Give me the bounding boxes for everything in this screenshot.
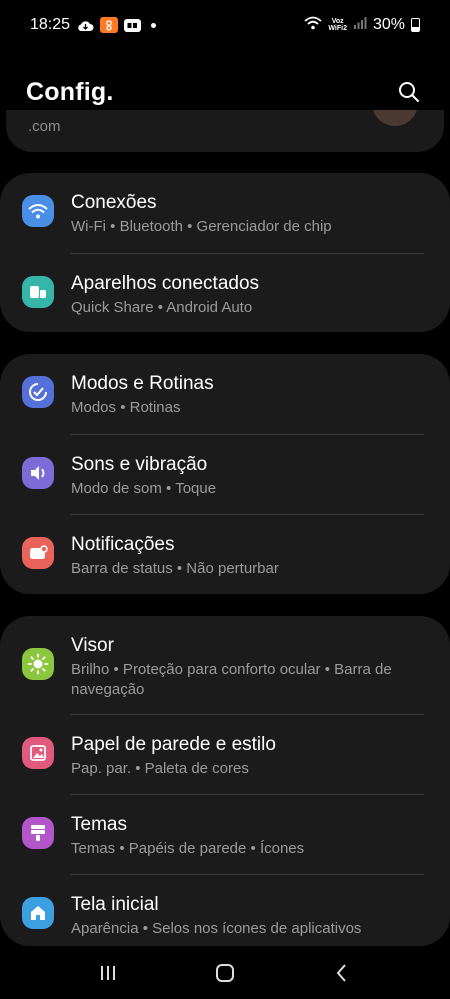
item-subtitle: Aparência • Selos nos ícones de aplicati… <box>71 920 362 937</box>
settings-item-temas[interactable]: Temas Temas • Papéis de parede • Ícones <box>0 795 450 874</box>
wifi-icon <box>22 195 54 227</box>
wallpaper-icon <box>22 737 54 769</box>
search-icon <box>399 82 419 102</box>
account-card[interactable]: .com <box>6 110 444 152</box>
item-title: Aparelhos conectados <box>71 273 260 294</box>
settings-group-display: Visor Brilho • Proteção para conforto oc… <box>0 616 450 946</box>
item-text: Tela inicial Aparência • Selos nos ícone… <box>71 893 426 939</box>
wifi2-label: WiFi2 <box>328 25 347 32</box>
item-subtitle: Brilho • Proteção para conforto ocular •… <box>71 661 392 698</box>
back-button[interactable] <box>322 953 362 993</box>
item-subtitle: Pap. par. • Paleta de cores <box>71 760 249 777</box>
item-title: Notificações <box>71 534 175 555</box>
item-title: Temas <box>71 814 127 835</box>
status-right: Voz WiFi2 30% <box>304 16 420 35</box>
item-title: Conexões <box>71 192 157 213</box>
item-subtitle: Barra de status • Não perturbar <box>71 560 279 577</box>
item-text: Modos e Rotinas Modos • Rotinas <box>71 372 426 418</box>
settings-item-visor[interactable]: Visor Brilho • Proteção para conforto oc… <box>0 616 450 714</box>
item-title: Papel de parede e estilo <box>71 734 276 755</box>
home-button[interactable] <box>205 953 245 993</box>
settings-item-modos-rotinas[interactable]: Modos e Rotinas Modos • Rotinas <box>0 354 450 434</box>
cloud-icon <box>76 17 94 33</box>
item-title: Sons e vibração <box>71 454 208 475</box>
settings-item-tela-inicial[interactable]: Tela inicial Aparência • Selos nos ícone… <box>0 875 450 946</box>
item-text: Visor Brilho • Proteção para conforto oc… <box>71 634 426 700</box>
settings-item-papel-de-parede[interactable]: Papel de parede e estilo Pap. par. • Pal… <box>0 715 450 794</box>
header: Config. <box>0 70 450 114</box>
settings-item-notificacoes[interactable]: Notificações Barra de status • Não pertu… <box>0 515 450 594</box>
home-button-icon <box>215 963 234 982</box>
account-email: .com <box>28 118 61 135</box>
avatar <box>372 110 418 126</box>
recents-button[interactable] <box>88 953 128 993</box>
item-text: Conexões Wi-Fi • Bluetooth • Gerenciador… <box>71 191 426 237</box>
item-subtitle: Modos • Rotinas <box>71 399 181 416</box>
voz-label: Voz <box>331 18 344 25</box>
wifi-icon <box>304 16 322 35</box>
settings-group-connections: Conexões Wi-Fi • Bluetooth • Gerenciador… <box>0 173 450 332</box>
item-text: Notificações Barra de status • Não pertu… <box>71 533 426 579</box>
item-subtitle: Temas • Papéis de parede • Ícones <box>71 840 305 857</box>
item-text: Sons e vibração Modo de som • Toque <box>71 453 426 499</box>
settings-item-sons-vibracao[interactable]: Sons e vibração Modo de som • Toque <box>0 435 450 514</box>
brightness-icon <box>22 648 54 680</box>
settings-group-modes: Modos e Rotinas Modos • Rotinas Sons e v… <box>0 354 450 594</box>
item-title: Tela inicial <box>71 894 159 915</box>
status-left: 18:25 <box>30 16 157 34</box>
recents-icon <box>101 965 116 980</box>
item-text: Temas Temas • Papéis de parede • Ícones <box>71 813 426 859</box>
settings-item-conexoes[interactable]: Conexões Wi-Fi • Bluetooth • Gerenciador… <box>0 173 450 253</box>
orange-app-icon <box>100 17 119 33</box>
devices-icon <box>22 276 54 308</box>
settings-item-aparelhos-conectados[interactable]: Aparelhos conectados Quick Share • Andro… <box>0 254 450 332</box>
item-text: Aparelhos conectados Quick Share • Andro… <box>71 272 426 318</box>
navigation-bar <box>0 946 450 999</box>
item-subtitle: Quick Share • Android Auto <box>71 299 253 316</box>
notification-icon <box>22 537 54 569</box>
modes-icon <box>22 376 54 408</box>
status-time: 18:25 <box>30 16 71 33</box>
box-app-icon <box>124 18 142 32</box>
sound-icon <box>22 457 54 489</box>
voz-wifi-label: Voz WiFi2 <box>328 18 347 32</box>
battery-percent: 30% <box>372 16 405 33</box>
themes-icon <box>22 817 54 849</box>
page-title: Config. <box>26 77 114 106</box>
item-title: Visor <box>71 635 114 656</box>
item-subtitle: Wi-Fi • Bluetooth • Gerenciador de chip <box>71 218 332 235</box>
item-subtitle: Modo de som • Toque <box>71 480 217 497</box>
battery-icon <box>411 18 420 32</box>
status-bar: 18:25 Voz WiFi2 30% <box>0 0 450 50</box>
item-text: Papel de parede e estilo Pap. par. • Pal… <box>71 733 426 779</box>
back-icon <box>336 963 346 982</box>
notification-dot-icon <box>151 22 157 28</box>
signal-icon <box>353 16 367 35</box>
home-icon <box>22 897 54 929</box>
search-button[interactable] <box>394 77 424 107</box>
item-title: Modos e Rotinas <box>71 373 214 394</box>
